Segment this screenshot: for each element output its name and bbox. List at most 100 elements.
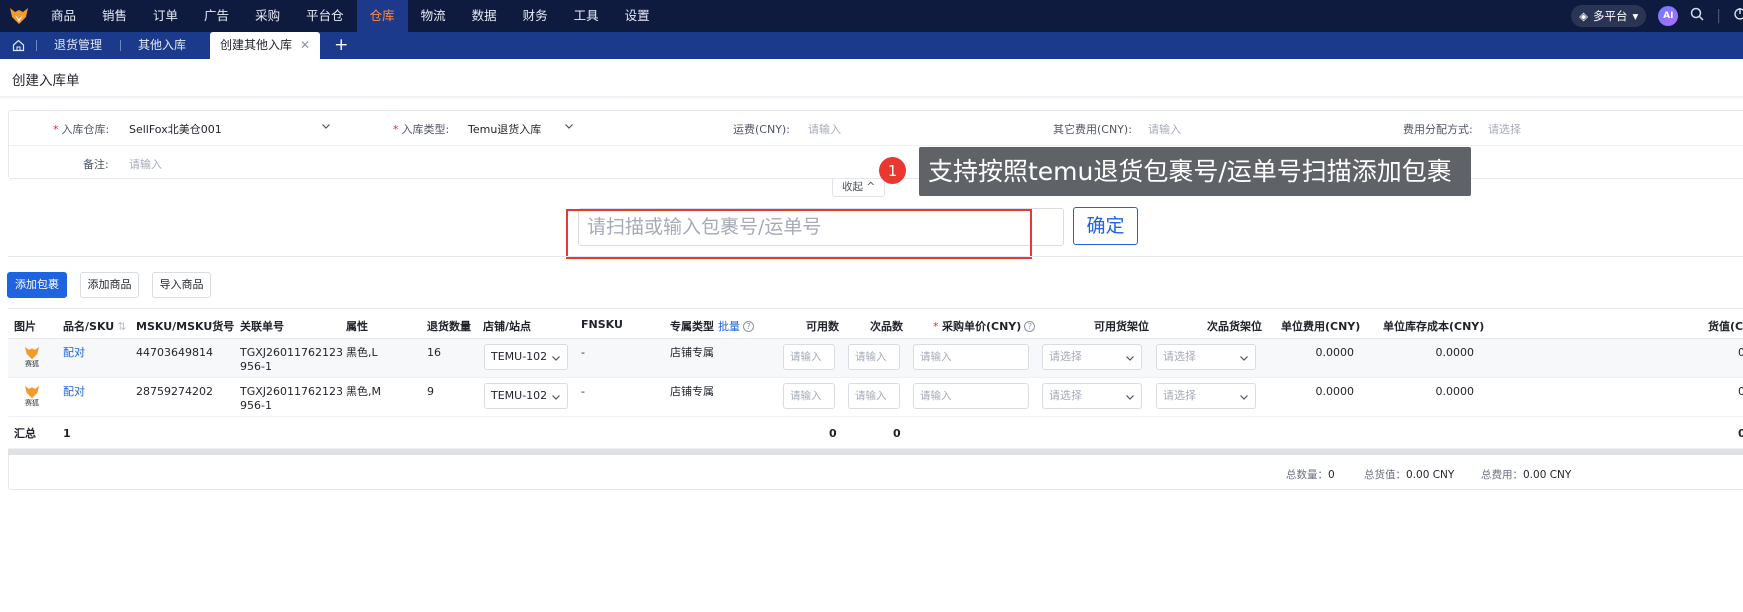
confirm-button[interactable]: 确定 [1073, 207, 1138, 245]
nav-item-data[interactable]: 数据 [459, 0, 510, 32]
ai-assistant-button[interactable]: AI [1658, 6, 1679, 26]
nav-item-finance[interactable]: 财务 [510, 0, 561, 32]
unit-fee-cell: 0.0000 [1315, 346, 1355, 359]
batch-link[interactable]: 批量 [718, 320, 740, 333]
table-footer: 总数量：0 总货值：0.00 CNY 总费用：0.00 CNY [8, 455, 1743, 490]
fox-logo-icon [25, 346, 39, 360]
col-goods-value: 货值(C [1708, 320, 1743, 333]
store-select[interactable]: TEMU-102 [484, 383, 568, 409]
inbound-form: * 入库仓库: SellFox北美仓001 * 入库类型: Temu退货入库 运费(… [8, 110, 1743, 179]
product-thumbnail: 赛狐 [20, 346, 44, 372]
nav-item-purchase[interactable]: 采购 [242, 0, 293, 32]
attr-cell: 黑色,M [346, 385, 381, 398]
annotation-tooltip: 支持按照temu退货包裹号/运单号扫描添加包裹 [919, 147, 1471, 196]
unit-cost-cell: 0.0000 [1435, 385, 1475, 398]
nav-item-platform-warehouse[interactable]: 平台仓 [293, 0, 357, 32]
defective-input[interactable]: 请输入 [848, 383, 900, 409]
available-input[interactable]: 请输入 [783, 383, 835, 409]
collapse-button[interactable]: 收起 ^ [832, 179, 886, 197]
unit-fee-cell: 0.0000 [1315, 385, 1355, 398]
col-msku: MSKU/MSKU货号 [136, 320, 235, 333]
nav-item-ads[interactable]: 广告 [191, 0, 242, 32]
col-available-shelf: 可用货架位 [1094, 320, 1149, 333]
tab-bar: 退货管理 其他入库 创建其他入库 ✕ + [0, 32, 1743, 59]
add-tab-icon[interactable]: + [320, 32, 362, 59]
inbound-type-select[interactable]: Temu退货入库 [468, 121, 541, 137]
table-row: 赛狐 配对 44703649814 TGXJ26011762123 956-1 黑… [8, 339, 1743, 378]
fee-allocation-label: 费用分配方式: [1403, 123, 1473, 136]
col-unit-cost: 单位库存成本(CNY) [1383, 320, 1485, 333]
summary-goods-value: 0 [1738, 427, 1743, 440]
msku-cell: 28759274202 [136, 385, 213, 398]
available-input[interactable]: 请输入 [783, 344, 835, 370]
col-image: 图片 [14, 320, 36, 333]
fox-logo-icon[interactable] [0, 0, 38, 32]
nav-item-sales[interactable]: 销售 [89, 0, 140, 32]
freight-input[interactable]: 请输入 [808, 121, 841, 137]
col-available: 可用数 [806, 320, 839, 333]
defective-shelf-select[interactable]: 请选择 [1156, 344, 1256, 370]
tab-other-inbound[interactable]: 其他入库 [120, 32, 204, 59]
defective-shelf-select[interactable]: 请选择 [1156, 383, 1256, 409]
highlight-box [566, 209, 1032, 259]
warehouse-select[interactable]: SellFox北美仓001 [129, 121, 222, 137]
goods-value-cell: 0 [1738, 385, 1743, 398]
qty-cell: 9 [427, 385, 434, 398]
power-icon[interactable] [1733, 7, 1743, 25]
nav-item-tools[interactable]: 工具 [561, 0, 612, 32]
table-row: 赛狐 配对 28759274202 TGXJ26011762123 956-1 黑… [8, 378, 1743, 417]
fnsku-cell: - [581, 346, 585, 359]
nav-item-settings[interactable]: 设置 [612, 0, 663, 32]
help-icon: ? [743, 321, 754, 332]
col-unit-fee: 单位费用(CNY) [1281, 320, 1361, 333]
fee-allocation-select[interactable]: 请选择 [1488, 121, 1521, 137]
nav-item-orders[interactable]: 订单 [140, 0, 191, 32]
chevron-down-icon[interactable] [321, 121, 331, 131]
summary-label: 汇总 [14, 427, 36, 440]
add-product-button[interactable]: 添加商品 [80, 272, 139, 298]
nav-item-products[interactable]: 商品 [38, 0, 89, 32]
chevron-down-icon [552, 395, 560, 400]
purchase-price-input[interactable]: 请输入 [913, 383, 1029, 409]
home-icon[interactable] [0, 32, 36, 59]
summary-available: 0 [829, 427, 837, 440]
chevron-down-icon [1240, 356, 1248, 361]
form-row-1: * 入库仓库: SellFox北美仓001 * 入库类型: Temu退货入库 运费(… [9, 111, 1743, 145]
chevron-down-icon[interactable] [564, 121, 574, 131]
available-shelf-select[interactable]: 请选择 [1042, 344, 1142, 370]
col-fnsku: FNSKU [581, 318, 623, 331]
store-select[interactable]: TEMU-102 [484, 344, 568, 370]
col-name-sku[interactable]: 品名/SKU ⇅ [63, 318, 126, 334]
goods-value-cell: 0 [1738, 346, 1743, 359]
help-icon: ? [1024, 321, 1036, 332]
import-product-button[interactable]: 导入商品 [152, 272, 211, 298]
nav-item-warehouse[interactable]: 仓库 [356, 0, 408, 32]
search-icon[interactable] [1690, 7, 1704, 25]
col-purchase-price: * 采购单价(CNY)? [933, 318, 1036, 334]
msku-cell: 44703649814 [136, 346, 213, 359]
chevron-down-icon [1240, 395, 1248, 400]
match-link[interactable]: 配对 [63, 346, 85, 360]
section-divider [8, 256, 1743, 257]
defective-input[interactable]: 请输入 [848, 344, 900, 370]
add-package-button[interactable]: 添加包裹 [7, 272, 67, 298]
other-fee-label: 其它费用(CNY): [1053, 123, 1132, 136]
remark-input[interactable]: 请输入 [129, 156, 162, 172]
layers-icon: ◈ [1579, 9, 1588, 23]
tab-create-other-inbound[interactable]: 创建其他入库 ✕ [210, 32, 321, 59]
related-no-cell: TGXJ26011762123 956-1 [240, 346, 344, 373]
divider-icon: | [1716, 8, 1721, 24]
nav-item-logistics[interactable]: 物流 [408, 0, 459, 32]
summary-row: 汇总 1 0 0 0 [8, 417, 1743, 449]
available-shelf-select[interactable]: 请选择 [1042, 383, 1142, 409]
exclusive-cell: 店铺专属 [670, 385, 714, 398]
purchase-price-input[interactable]: 请输入 [913, 344, 1029, 370]
col-store-site: 店铺/站点 [483, 320, 532, 333]
other-fee-input[interactable]: 请输入 [1148, 121, 1181, 137]
close-icon[interactable]: ✕ [300, 38, 310, 52]
tab-return-management[interactable]: 退货管理 [36, 32, 120, 59]
match-link[interactable]: 配对 [63, 385, 85, 399]
platform-switch-button[interactable]: ◈ 多平台 ▾ [1571, 5, 1647, 27]
col-related-no: 关联单号 [240, 320, 284, 333]
title-divider [0, 96, 1743, 100]
